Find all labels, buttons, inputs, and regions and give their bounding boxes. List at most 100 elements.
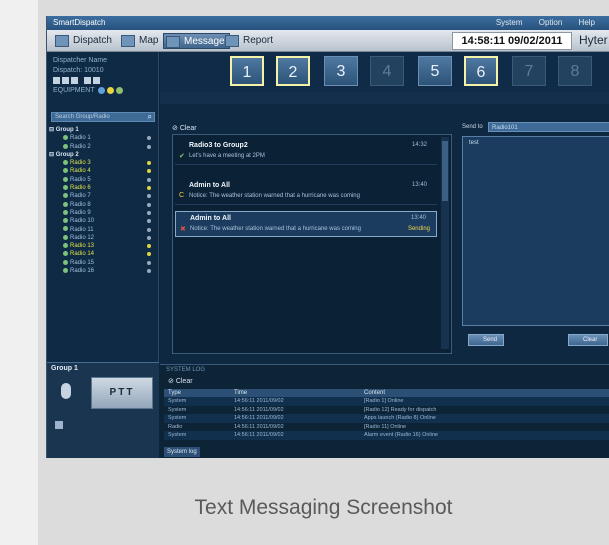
radio-status-icon bbox=[147, 186, 151, 191]
tree-radio[interactable]: Radio 6 bbox=[49, 184, 157, 192]
send-to-row: Send to Radio101 bbox=[462, 122, 609, 132]
message-item[interactable]: ✖ Admin to All 13:40 Notice: The weather st… bbox=[175, 211, 437, 237]
compose-textarea[interactable]: test bbox=[462, 136, 609, 326]
menu-bar: Dispatch Map Message Report 14:58:11 09/… bbox=[47, 30, 609, 52]
tree-radio[interactable]: Radio 9 bbox=[49, 209, 157, 217]
message-button[interactable]: Message bbox=[163, 33, 230, 49]
message-item[interactable]: ✔ Radio3 to Group2 14:32 Let's have a meeti… bbox=[175, 139, 437, 165]
message-scrollbar[interactable] bbox=[441, 137, 449, 349]
tree-group[interactable]: ⊟ Group 1 bbox=[49, 126, 157, 134]
search-icon[interactable]: ⌕ bbox=[148, 113, 152, 121]
channel-button-5[interactable]: 5 bbox=[418, 56, 452, 86]
message-text: Let's have a meeting at 2PM bbox=[189, 153, 265, 159]
log-time: 14:56:11 2011/09/02 bbox=[234, 415, 284, 421]
tree-group[interactable]: ⊟ Group 2 bbox=[49, 151, 157, 159]
channel-button-1[interactable]: 1 bbox=[230, 56, 264, 86]
radio-status-icon bbox=[147, 252, 151, 257]
log-column-type[interactable]: Type bbox=[168, 389, 181, 397]
tree-radio[interactable]: Radio 4 bbox=[49, 167, 157, 175]
radio-status-icon bbox=[147, 235, 151, 240]
microphone-icon[interactable] bbox=[61, 383, 71, 399]
message-status-icon: C bbox=[179, 192, 185, 199]
log-row[interactable]: Radio 14:56:11 2011/09/02 [Radio 11] Onlin… bbox=[164, 423, 609, 432]
tree-radio[interactable]: Radio 15 bbox=[49, 259, 157, 267]
channel-button-7[interactable]: 7 bbox=[512, 56, 546, 86]
log-type: System bbox=[168, 415, 187, 421]
channel-button-2[interactable]: 2 bbox=[276, 56, 310, 86]
smartdispatch-window: SmartDispatch System Option Help Dispatc… bbox=[46, 16, 609, 458]
log-time: 14:56:11 2011/09/02 bbox=[234, 406, 284, 413]
radio-status-icon bbox=[147, 244, 151, 249]
log-content: [Radio 11] Online bbox=[364, 423, 407, 430]
tree-radio[interactable]: Radio 12 bbox=[49, 234, 157, 242]
radio-status-icon bbox=[147, 169, 151, 174]
radio-icon bbox=[63, 234, 68, 240]
channel-button-3[interactable]: 3 bbox=[324, 56, 358, 86]
tree-radio[interactable]: Radio 5 bbox=[49, 176, 157, 184]
group-radio-tree: ⊟ Group 1 Radio 1 Radio 2 ⊟ Group 2 Radio 3R… bbox=[49, 126, 157, 275]
channel-button-4[interactable]: 4 bbox=[370, 56, 404, 86]
tree-radio[interactable]: Radio 7 bbox=[49, 192, 157, 200]
map-button[interactable]: Map bbox=[119, 33, 158, 49]
message-text: Notice: The weather station warned that … bbox=[190, 226, 361, 232]
scrollbar-thumb[interactable] bbox=[442, 141, 448, 201]
tree-radio[interactable]: Radio 16 bbox=[49, 267, 157, 275]
radio-icon bbox=[63, 251, 68, 257]
send-to-field[interactable]: Radio101 bbox=[488, 122, 609, 132]
system-menu-item[interactable]: System bbox=[496, 18, 523, 27]
clear-compose-button[interactable]: Clear bbox=[568, 334, 608, 346]
log-row[interactable]: System 14:56:11 2011/09/02 [Radio 1] Onlin… bbox=[164, 397, 609, 406]
radio-icon bbox=[63, 168, 68, 174]
radio-status-icon bbox=[147, 227, 151, 232]
radio-icon bbox=[63, 243, 68, 249]
tree-radio[interactable]: Radio 11 bbox=[49, 226, 157, 234]
log-clear-button[interactable]: ⊘ Clear bbox=[168, 377, 193, 385]
search-input[interactable]: Search Group/Radio ⌕ bbox=[51, 112, 155, 122]
log-row[interactable]: System 14:56:11 2011/09/02 [Radio 12] Read… bbox=[164, 406, 609, 415]
dispatcher-info: Dispatcher Name Dispatch: 10010 EQUIPMEN… bbox=[49, 54, 157, 108]
message-clear-button[interactable]: ⊘ Clear bbox=[172, 124, 197, 132]
tree-radio[interactable]: Radio 2 bbox=[49, 143, 157, 151]
help-menu-item[interactable]: Help bbox=[579, 18, 595, 27]
title-bar: SmartDispatch System Option Help bbox=[47, 16, 609, 30]
app-title: SmartDispatch bbox=[53, 18, 106, 27]
tree-radio[interactable]: Radio 8 bbox=[49, 201, 157, 209]
report-button[interactable]: Report bbox=[223, 33, 273, 49]
system-log-tab[interactable]: System log bbox=[164, 447, 200, 457]
radio-icon bbox=[63, 143, 68, 149]
dispatch-button[interactable]: Dispatch bbox=[53, 33, 112, 49]
status-dot-icon bbox=[107, 86, 115, 94]
log-content: Apps launch (Radio 8) Online bbox=[364, 415, 436, 421]
tree-radio[interactable]: Radio 10 bbox=[49, 217, 157, 225]
system-log-panel: SYSTEM LOG ⊘ Clear Type Time Content Sys… bbox=[160, 364, 609, 458]
log-row[interactable]: System 14:56:11 2011/09/02 Apps launch (Ra… bbox=[164, 414, 609, 423]
channel-button-6[interactable]: 6 bbox=[464, 56, 498, 86]
tree-radio[interactable]: Radio 1 bbox=[49, 134, 157, 142]
message-sender: Admin to All bbox=[189, 182, 230, 189]
radio-status-icon bbox=[147, 210, 151, 215]
system-menu: System Option Help bbox=[496, 16, 609, 30]
radio-icon bbox=[63, 226, 68, 232]
option-menu-item[interactable]: Option bbox=[539, 18, 563, 27]
message-text: Notice: The weather station warned that … bbox=[189, 193, 360, 199]
log-row[interactable]: System 14:56:11 2011/09/02 Alarm event (Ra… bbox=[164, 431, 609, 440]
message-item[interactable]: C Admin to All 13:40 Notice: The weather st… bbox=[175, 179, 437, 205]
ptt-group-label: Group 1 bbox=[51, 365, 78, 372]
radio-icon bbox=[63, 218, 68, 224]
settings-square-icon[interactable] bbox=[55, 421, 63, 429]
log-column-time[interactable]: Time bbox=[234, 389, 247, 397]
radio-status-icon bbox=[147, 161, 151, 166]
radio-icon bbox=[63, 160, 68, 166]
map-icon bbox=[121, 35, 135, 47]
status-dot-icon bbox=[98, 86, 106, 94]
tree-radio[interactable]: Radio 13 bbox=[49, 242, 157, 250]
channel-button-8[interactable]: 8 bbox=[558, 56, 592, 86]
tree-radio[interactable]: Radio 3 bbox=[49, 159, 157, 167]
radio-icon bbox=[63, 201, 68, 207]
ptt-button[interactable]: PTT bbox=[91, 377, 153, 409]
log-column-content[interactable]: Content bbox=[364, 389, 385, 397]
ptt-panel: Group 1 PTT bbox=[47, 362, 159, 458]
channel-subtab bbox=[160, 92, 609, 104]
tree-radio[interactable]: Radio 14 bbox=[49, 250, 157, 258]
send-button[interactable]: Send bbox=[468, 334, 504, 346]
